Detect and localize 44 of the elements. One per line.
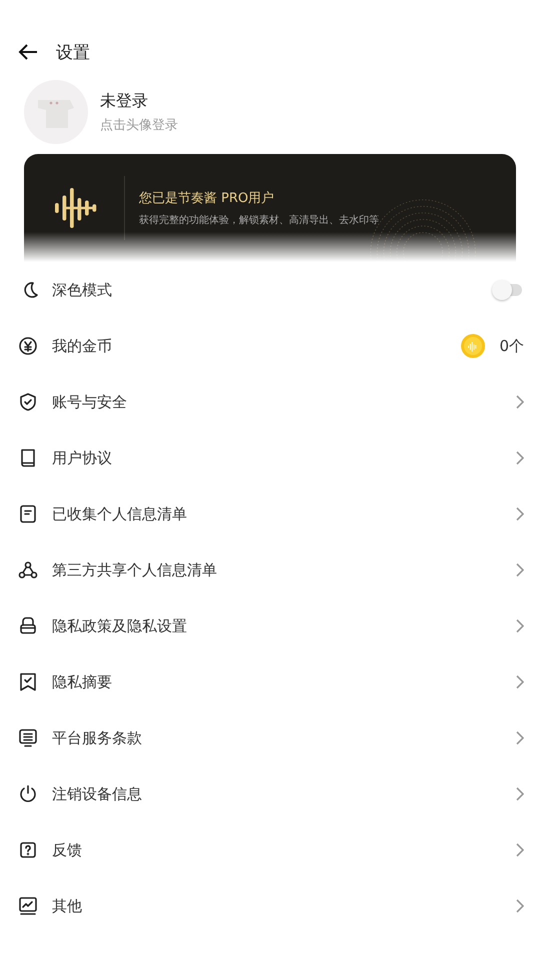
power-icon (18, 784, 38, 804)
chart-screen-icon (18, 896, 38, 916)
chevron-right-icon (516, 395, 524, 409)
settings-row[interactable]: 已收集个人信息清单 (0, 486, 540, 542)
chevron-right-icon (516, 675, 524, 689)
lock-box-icon (18, 616, 38, 636)
pro-title: 您已是节奏酱 PRO用户 (139, 190, 276, 207)
pro-subtitle: 获得完整的功能体验，解锁素材、高清导出、去水印等 (139, 214, 379, 227)
document-icon (18, 504, 38, 524)
settings-row[interactable]: 平台服务条款 (0, 710, 540, 766)
back-button[interactable] (18, 43, 38, 61)
chevron-right-icon (516, 787, 524, 801)
chevron-right-icon (516, 731, 524, 745)
sound-wave-logo-icon (52, 188, 98, 228)
yuan-coin-icon (18, 336, 38, 356)
dark-mode-switch[interactable] (492, 280, 524, 300)
question-icon (18, 840, 38, 860)
avatar-icon[interactable] (24, 80, 88, 144)
settings-row[interactable]: 隐私政策及隐私设置 (0, 598, 540, 654)
user-name: 未登录 (100, 90, 149, 112)
chevron-right-icon (516, 507, 524, 521)
bookmark-check-icon (18, 672, 38, 692)
share-nodes-icon (18, 560, 38, 580)
pro-banner[interactable]: 您已是节奏酱 PRO用户 获得完整的功能体验，解锁素材、高清导出、去水印等 (24, 154, 516, 262)
chevron-right-icon (516, 899, 524, 913)
chevron-right-icon (516, 451, 524, 465)
settings-row[interactable]: 反馈 (0, 822, 540, 878)
monitor-text-icon (18, 728, 38, 748)
coin-icon (461, 334, 486, 358)
settings-row[interactable]: 注销设备信息 (0, 766, 540, 822)
settings-row[interactable]: 账号与安全 (0, 374, 540, 430)
settings-row[interactable]: 第三方共享个人信息清单 (0, 542, 540, 598)
chevron-right-icon (516, 843, 524, 857)
page-title: 设置 (56, 42, 90, 64)
settings-row[interactable]: 其他 (0, 878, 540, 934)
settings-row[interactable]: 隐私摘要 (0, 654, 540, 710)
settings-row[interactable]: 我的金币 0个 (0, 318, 540, 374)
shield-check-icon (18, 392, 38, 412)
chevron-right-icon (516, 563, 524, 577)
book-icon (18, 448, 38, 468)
settings-row[interactable]: 用户协议 (0, 430, 540, 486)
coin-count: 0个 (499, 336, 524, 356)
settings-row[interactable]: 深色模式 (0, 262, 540, 318)
chevron-right-icon (516, 619, 524, 633)
